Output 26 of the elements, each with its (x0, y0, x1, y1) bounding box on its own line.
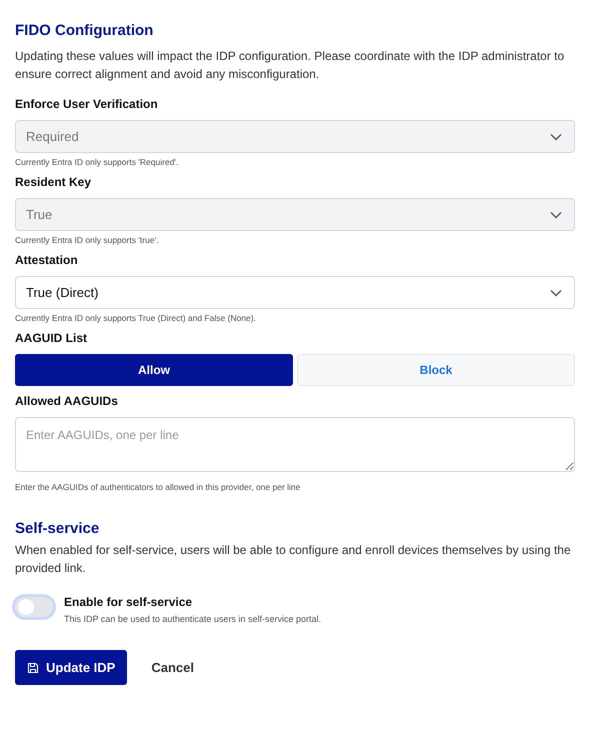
field-label: Resident Key (15, 175, 92, 189)
toggle-label: Enable for self-service (64, 595, 194, 609)
section-description: When enabled for self-service, users will be able to configure and enroll devices themselves by using the provided link. (15, 542, 572, 577)
toggle-description: This IDP can be used to authenticate users in self-service portal. (64, 614, 321, 624)
text-area[interactable]: Enter AAGUIDs, one per line (15, 417, 575, 472)
chevron-down-icon (550, 210, 562, 218)
update-button[interactable]: Update IDP (15, 650, 128, 685)
chevron-down-icon (550, 132, 562, 140)
save-icon (27, 662, 39, 674)
select-field[interactable]: True (Direct) (15, 276, 575, 309)
field-label: Enforce User Verification (15, 97, 159, 111)
field-hint: Currently Entra ID only supports 'Required'. (15, 157, 180, 167)
segment-button[interactable]: Block (297, 354, 575, 386)
field-hint: Currently Entra ID only supports True (Direct) and False (None). (15, 313, 257, 323)
field-label: Allowed AAGUIDs (15, 394, 119, 408)
field-label: AAGUID List (15, 331, 88, 345)
section-title: Self-service (15, 520, 100, 537)
toggle-switch[interactable] (15, 597, 53, 617)
field-label: Attestation (15, 253, 79, 267)
section-title: FIDO Configuration (15, 22, 154, 39)
segment-button[interactable]: Allow (15, 354, 293, 386)
field-hint: Enter the AAGUIDs of authenticators to allowed in this provider, one per line (15, 482, 302, 492)
field-hint: Currently Entra ID only supports 'true'. (15, 235, 160, 245)
cancel-button[interactable]: Cancel (139, 654, 206, 681)
section-description: Updating these values will impact the IDP configuration. Please coordinate with the IDP administrator to ensure correct alignment and avoid any misconfiguration. (15, 48, 566, 83)
chevron-down-icon (550, 288, 562, 296)
